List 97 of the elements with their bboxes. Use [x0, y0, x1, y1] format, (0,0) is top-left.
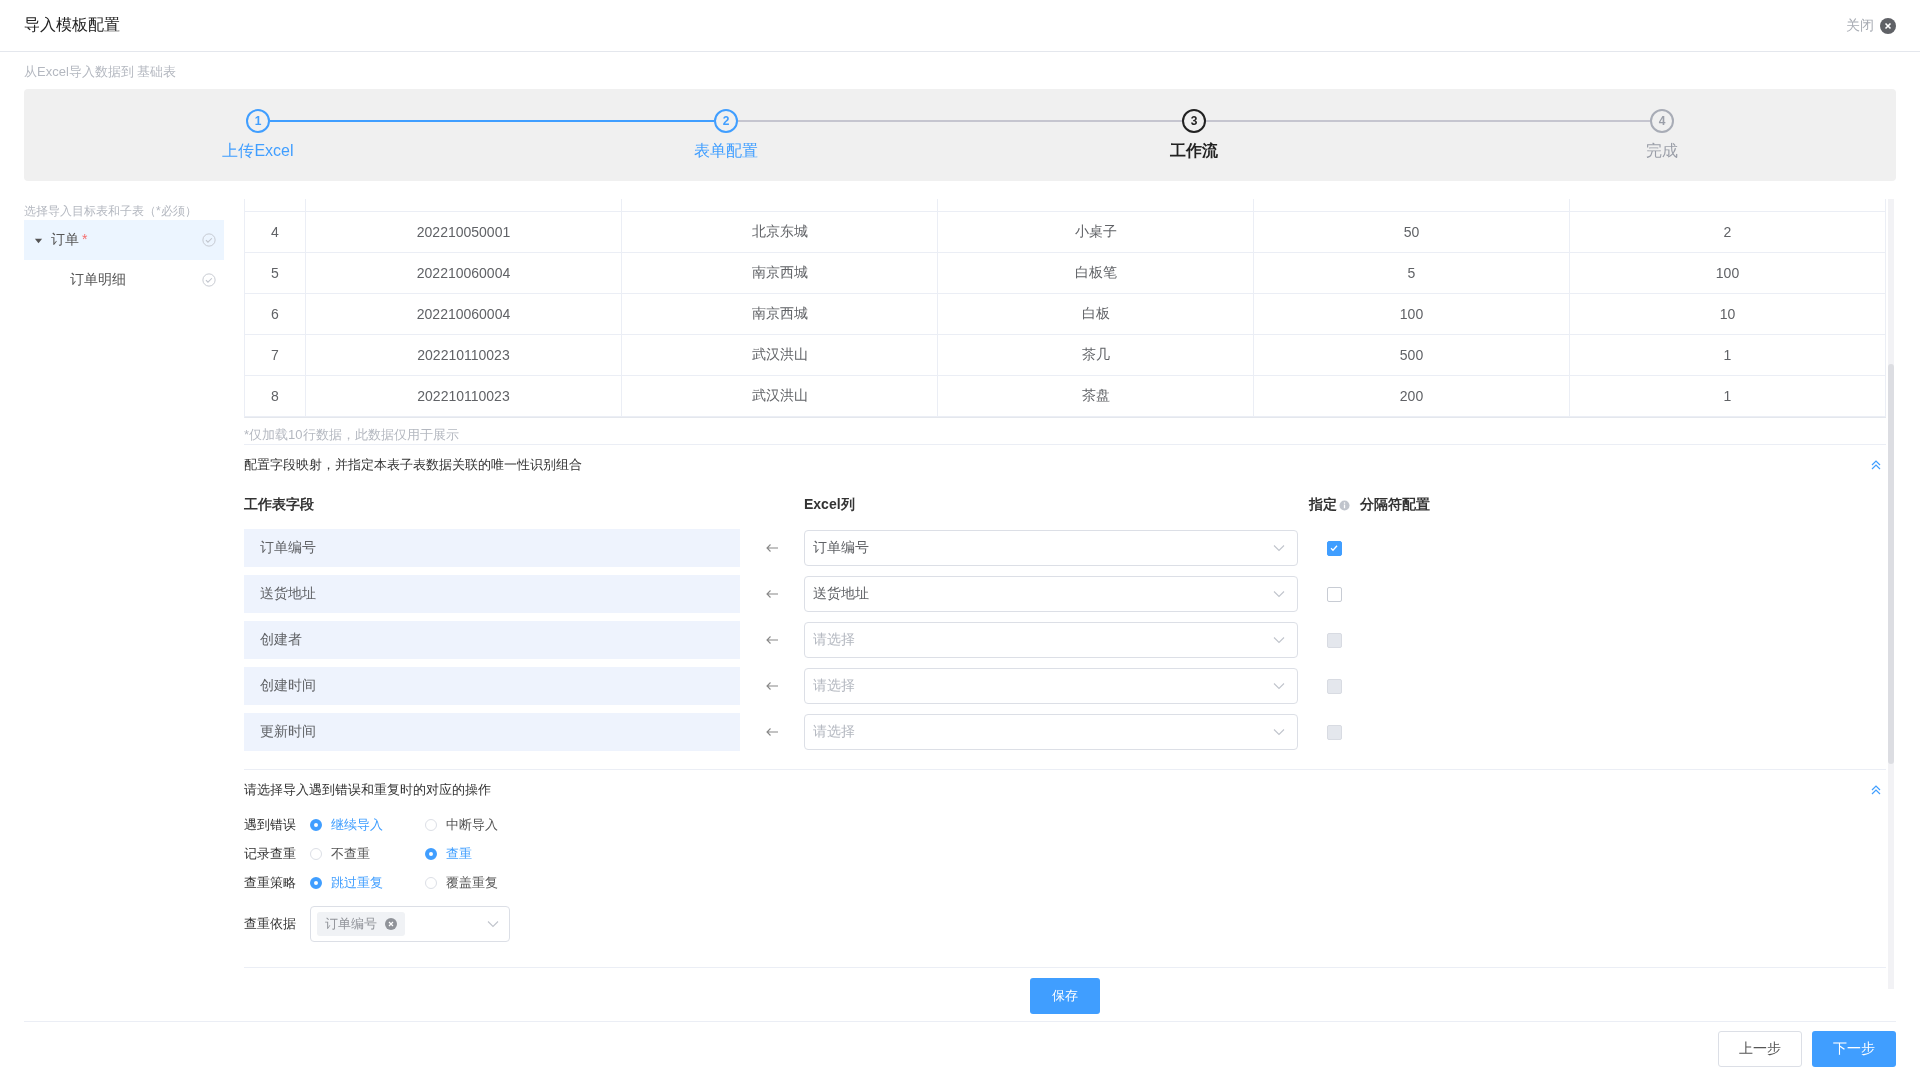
- step-label[interactable]: 表单配置: [694, 141, 758, 162]
- row-number: 4: [245, 212, 306, 252]
- table-cell: 1: [1570, 376, 1886, 416]
- tree-item-label: 订单明细: [70, 271, 127, 289]
- left-arrow-icon: [765, 543, 779, 553]
- checkbox[interactable]: [1326, 586, 1342, 602]
- left-arrow-icon: [765, 589, 779, 599]
- table-cell: 202210110023: [306, 376, 622, 416]
- left-arrow-icon: [765, 635, 779, 645]
- table-cell: 500: [1254, 335, 1570, 375]
- radio-option[interactable]: 跳过重复: [310, 873, 425, 892]
- chevron-down-icon: [1273, 728, 1285, 736]
- multi-select-field[interactable]: 订单编号: [310, 906, 510, 942]
- row-number: 7: [245, 335, 306, 375]
- option-label: 遇到错误: [244, 815, 297, 834]
- column-header: 工作表字段: [244, 496, 315, 514]
- table-cell: 小桌子: [938, 212, 1254, 252]
- section-title: 配置字段映射，并指定本表子表数据关联的唯一性识别组合: [244, 456, 582, 474]
- tag: 订单编号: [317, 912, 405, 936]
- chevron-down-icon: [1273, 590, 1285, 598]
- field-label: 订单编号: [244, 529, 740, 567]
- table-cell: 202210060004: [306, 253, 622, 293]
- tree-item-label: 订单 *: [51, 231, 89, 249]
- preview-note: *仅加载10行数据，此数据仅用于展示: [244, 426, 1886, 445]
- field-label: 送货地址: [244, 575, 740, 613]
- row-number: 5: [245, 253, 306, 293]
- table-cell: 202210050001: [306, 212, 622, 252]
- field-label: 创建时间: [244, 667, 740, 705]
- table-cell: 武汉洪山: [622, 335, 938, 375]
- step-number: 1: [246, 109, 270, 133]
- field-label: 创建者: [244, 621, 740, 659]
- radio-option[interactable]: 继续导入: [310, 815, 425, 834]
- collapse-icon[interactable]: [1870, 784, 1882, 796]
- dialog-title: 导入模板配置: [24, 15, 120, 35]
- table-cell: 202210110023: [306, 335, 622, 375]
- table-cell: 50: [1254, 212, 1570, 252]
- check-circle-icon: [202, 233, 216, 247]
- section-title: 请选择导入遇到错误和重复时的对应的操作: [244, 781, 491, 799]
- tree-item[interactable]: 订单明细: [24, 260, 224, 300]
- table-cell: 5: [1254, 253, 1570, 293]
- tree-item[interactable]: 订单 *: [24, 220, 224, 260]
- next-button[interactable]: 下一步: [1812, 1031, 1896, 1067]
- table-cell: 白板: [938, 294, 1254, 334]
- table-cell: 10: [1570, 294, 1886, 334]
- radio-option[interactable]: 不查重: [310, 844, 425, 863]
- option-label: 记录查重: [244, 844, 297, 863]
- collapse-icon[interactable]: [1870, 459, 1882, 471]
- row-number: 8: [245, 376, 306, 416]
- option-label: 查重依据: [244, 915, 297, 933]
- table-cell: 南京西城: [622, 253, 938, 293]
- left-arrow-icon: [765, 681, 779, 691]
- check-circle-icon: [202, 273, 216, 287]
- table-cell: 北京东城: [622, 212, 938, 252]
- close-icon: [1880, 17, 1896, 34]
- step-label[interactable]: 上传Excel: [222, 141, 294, 162]
- table-cell: 100: [1254, 294, 1570, 334]
- sidebar-hint: 选择导入目标表和子表（*必须）: [24, 203, 198, 220]
- option-label: 查重策略: [244, 873, 297, 892]
- radio-option[interactable]: 中断导入: [425, 815, 540, 834]
- table-cell: 白板笔: [938, 253, 1254, 293]
- step-number: 4: [1650, 109, 1674, 133]
- checkmark-icon: [1329, 543, 1339, 553]
- table-cell: 茶几: [938, 335, 1254, 375]
- table-cell: 茶盘: [938, 376, 1254, 416]
- column-header: 指定: [1308, 496, 1337, 514]
- left-arrow-icon: [765, 727, 779, 737]
- table-cell: 2: [1570, 212, 1886, 252]
- table-cell: 武汉洪山: [622, 376, 938, 416]
- select-field[interactable]: 送货地址: [804, 576, 1298, 612]
- chevron-down-icon: [1273, 682, 1285, 690]
- save-button[interactable]: 保存: [1030, 978, 1100, 1014]
- chevron-down-icon: [1273, 636, 1285, 644]
- table-cell: 200: [1254, 376, 1570, 416]
- scrollbar[interactable]: [1888, 199, 1894, 989]
- step-label[interactable]: 工作流: [1170, 141, 1218, 162]
- info-icon: [1338, 499, 1350, 511]
- table-cell: 南京西城: [622, 294, 938, 334]
- previous-button[interactable]: 上一步: [1718, 1031, 1802, 1067]
- close-button[interactable]: 关闭: [1846, 16, 1896, 35]
- checkbox[interactable]: [1326, 540, 1342, 556]
- select-field[interactable]: 订单编号: [804, 530, 1298, 566]
- table-cell: 100: [1570, 253, 1886, 293]
- step-number: 3: [1182, 109, 1206, 133]
- row-number: 6: [245, 294, 306, 334]
- step-number: 2: [714, 109, 738, 133]
- step-label[interactable]: 完成: [1646, 141, 1678, 162]
- table-cell: 1: [1570, 335, 1886, 375]
- subtitle: 从Excel导入数据到 基础表: [23, 63, 178, 81]
- chevron-down-icon: [1273, 544, 1285, 552]
- column-header: 分隔符配置: [1360, 496, 1430, 514]
- remove-icon[interactable]: [385, 918, 397, 930]
- field-label: 更新时间: [244, 713, 740, 751]
- chevron-down-icon: [487, 920, 499, 928]
- radio-option[interactable]: 查重: [425, 844, 540, 863]
- radio-option[interactable]: 覆盖重复: [425, 873, 540, 892]
- column-header: Excel列: [804, 496, 856, 514]
- table-cell: 202210060004: [306, 294, 622, 334]
